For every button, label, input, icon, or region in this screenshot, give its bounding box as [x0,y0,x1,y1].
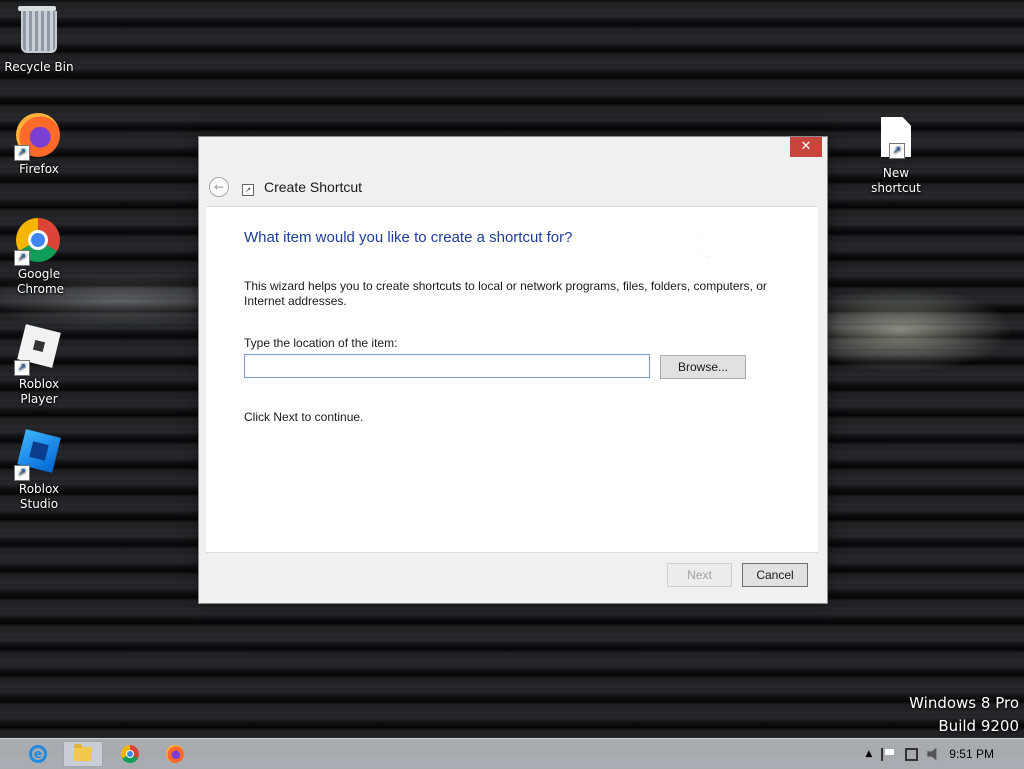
location-input[interactable] [244,354,650,378]
action-center-flag-icon[interactable] [881,747,897,761]
desktop-icon-firefox[interactable]: ↗ Firefox [0,113,78,177]
os-watermark: Windows 8 Pro Build 9200 [909,692,1019,738]
chrome-icon: ↗ [14,218,62,266]
clock[interactable]: 9:51 PM [949,747,994,761]
desktop-icon-label: Google Chrome [17,267,65,296]
footer-divider [206,552,818,553]
next-button[interactable]: Next [667,563,732,587]
desktop-icon-roblox-studio[interactable]: ↗ Roblox Studio [0,428,78,512]
desktop-icon-roblox-player[interactable]: ↗ Roblox Player [0,323,78,407]
network-icon[interactable] [905,747,919,761]
firefox-icon [166,745,184,763]
dialog-content: What item would you like to create a sho… [206,206,818,553]
cancel-button[interactable]: Cancel [742,563,808,587]
file-icon: ↗ [873,117,919,163]
desktop-icon-label: Recycle Bin [4,60,74,74]
shortcut-arrow-icon: ↗ [14,465,30,481]
internet-explorer-icon: e [29,745,47,763]
location-label: Type the location of the item: [244,336,398,350]
volume-muted-icon[interactable] [927,747,937,761]
desktop-icon-label: Roblox Player [18,377,60,406]
roblox-studio-icon: ↗ [14,429,62,481]
file-explorer-icon [74,744,92,761]
shortcut-arrow-icon: ↗ [14,250,30,266]
wizard-description: This wizard helps you to create shortcut… [244,279,767,308]
close-button[interactable]: ✕ [790,137,822,157]
desktop-icon-label: New shortcut [871,166,921,195]
taskbar: e ▲ 9:51 PM [0,738,1024,769]
browse-button[interactable]: Browse... [660,355,746,379]
show-hidden-icons-button[interactable]: ▲ [865,749,872,759]
chrome-icon [121,745,139,763]
desktop-icon-google-chrome[interactable]: ↗ Google Chrome [0,218,78,297]
back-arrow-icon[interactable]: ← [209,177,229,197]
system-tray: ▲ 9:51 PM [865,739,1024,769]
os-edition: Windows 8 Pro [909,694,1019,712]
desktop-icon-new-shortcut[interactable]: ↗ New shortcut [857,117,935,196]
taskbar-file-explorer[interactable] [63,741,103,767]
taskbar-chrome[interactable] [110,741,150,767]
shortcut-wizard-icon: ↗ [242,184,254,196]
dialog-title: Create Shortcut [264,179,363,195]
recycle-bin-icon [16,6,62,57]
roblox-player-icon: ↗ [14,324,62,376]
wizard-heading: What item would you like to create a sho… [244,229,573,246]
create-shortcut-dialog: ✕ ← ↗ Create Shortcut What item would yo… [198,136,828,604]
dialog-header: ← ↗ Create Shortcut [209,175,362,199]
desktop-icon-label: Firefox [19,162,59,176]
desktop-icon-label: Roblox Studio [18,482,60,511]
shortcut-arrow-icon: ↗ [889,143,905,159]
os-build: Build 9200 [938,717,1019,735]
desktop-icon-recycle-bin[interactable]: Recycle Bin [0,6,78,75]
shortcut-arrow-icon: ↗ [14,145,30,161]
taskbar-internet-explorer[interactable]: e [18,741,58,767]
continue-hint: Click Next to continue. [244,410,364,424]
shortcut-arrow-icon: ↗ [14,360,30,376]
firefox-icon: ↗ [14,113,62,161]
taskbar-firefox[interactable] [155,741,195,767]
